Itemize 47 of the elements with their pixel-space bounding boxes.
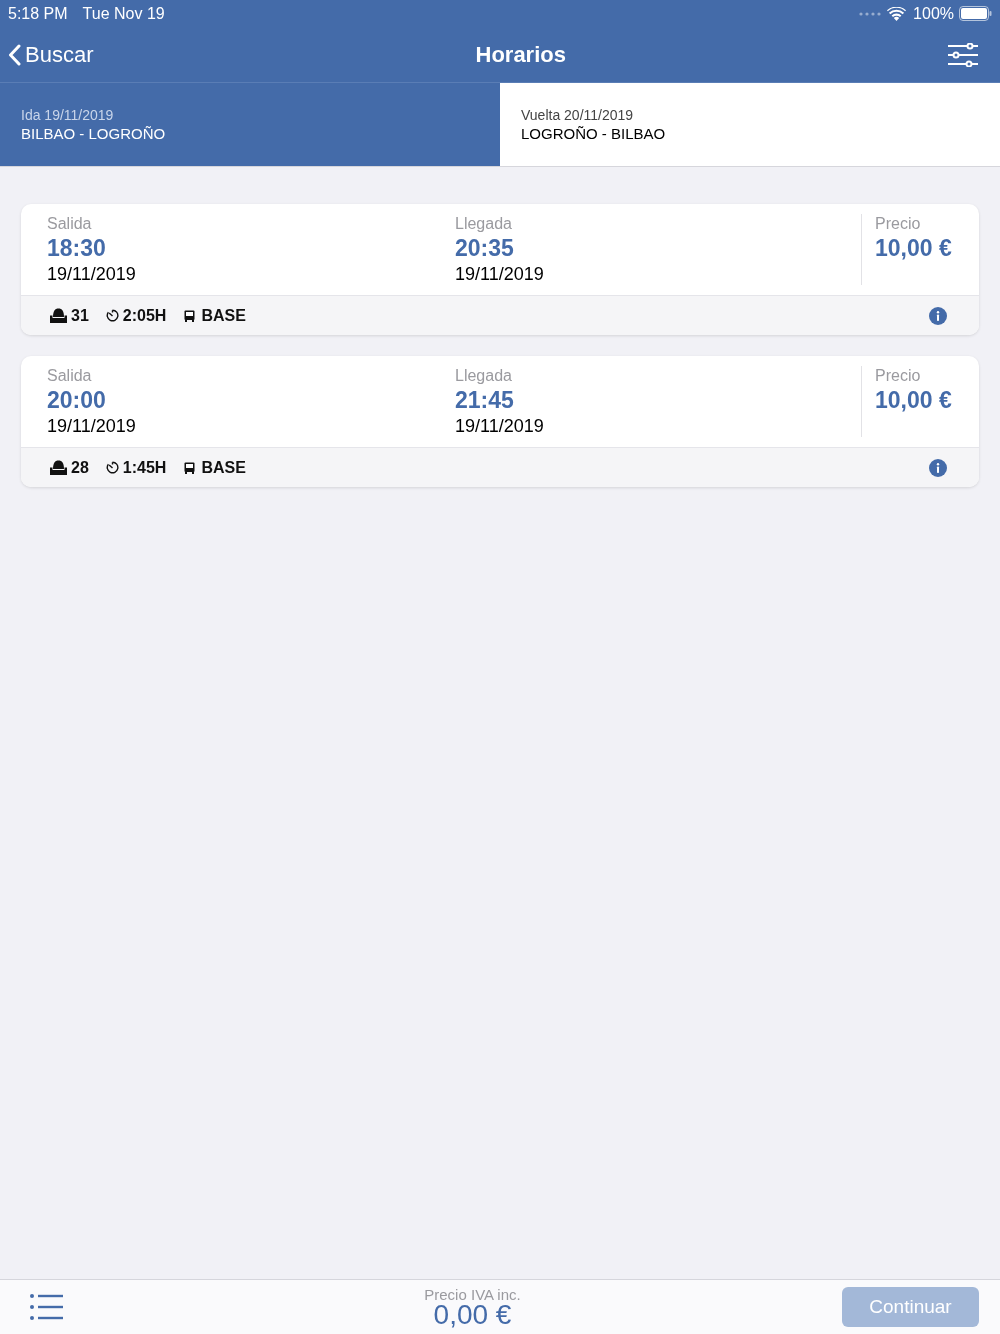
seat-icon <box>50 308 67 323</box>
departure-date: 19/11/2019 <box>47 415 137 438</box>
arrival-time: 20:35 <box>455 234 515 262</box>
timer-icon <box>105 309 119 322</box>
arrival-label: Llegada <box>455 214 513 234</box>
arrival-label: Llegada <box>455 366 513 386</box>
journey-tab[interactable]: Ida 19/11/2019 BILBAO - LOGROÑO <box>0 83 500 166</box>
arrival-date: 19/11/2019 <box>455 415 545 438</box>
signal-icon <box>859 11 882 16</box>
departure-time: 18:30 <box>47 234 107 262</box>
trip-duration: 2:05H <box>122 305 167 326</box>
timer-icon <box>105 461 119 474</box>
status-time: 5:18 PM <box>8 3 68 24</box>
back-chevron-icon[interactable] <box>8 43 21 66</box>
price-amount: 10,00 € <box>875 386 952 414</box>
info-icon[interactable] <box>929 306 947 325</box>
arrival-time: 21:45 <box>455 386 515 414</box>
total-price-label: Precio IVA inc. <box>424 1286 521 1302</box>
departure-date: 19/11/2019 <box>47 263 137 286</box>
departure-label: Salida <box>47 366 93 386</box>
list-icon[interactable] <box>30 1294 63 1320</box>
bus-icon <box>184 461 196 474</box>
journey-tab[interactable]: Vuelta 20/11/2019 LOGROÑO - BILBAO <box>500 83 1000 166</box>
bus-icon <box>184 309 196 322</box>
trip-card[interactable]: Salida 20:00 19/11/2019 Llegada 21:45 19/11/2019 Precio 10,00 € 28 1:45H BASE <box>21 356 979 487</box>
seats-available: 31 <box>71 305 89 326</box>
departure-time: 20:00 <box>47 386 107 414</box>
filter-icon[interactable] <box>948 42 978 67</box>
info-icon[interactable] <box>929 458 947 477</box>
trip-duration: 1:45H <box>122 457 167 478</box>
price-label: Precio <box>875 366 922 386</box>
trip-card[interactable]: Salida 18:30 19/11/2019 Llegada 20:35 19/11/2019 Precio 10,00 € 31 2:05H BASE <box>21 204 979 335</box>
screen-title: Horarios <box>475 41 566 69</box>
price-label: Precio <box>875 214 922 234</box>
fare-type: BASE <box>201 457 246 478</box>
status-date: Tue Nov 19 <box>82 3 165 24</box>
battery-icon <box>959 6 992 21</box>
price-amount: 10,00 € <box>875 234 952 262</box>
arrival-date: 19/11/2019 <box>455 263 545 286</box>
departure-label: Salida <box>47 214 93 234</box>
seats-available: 28 <box>71 457 89 478</box>
seat-icon <box>50 460 67 475</box>
back-button[interactable]: Buscar <box>8 38 94 71</box>
fare-type: BASE <box>201 305 246 326</box>
battery-percentage: 100% <box>913 3 954 24</box>
wifi-icon <box>887 6 907 21</box>
total-price: 0,00 € <box>433 1301 512 1328</box>
